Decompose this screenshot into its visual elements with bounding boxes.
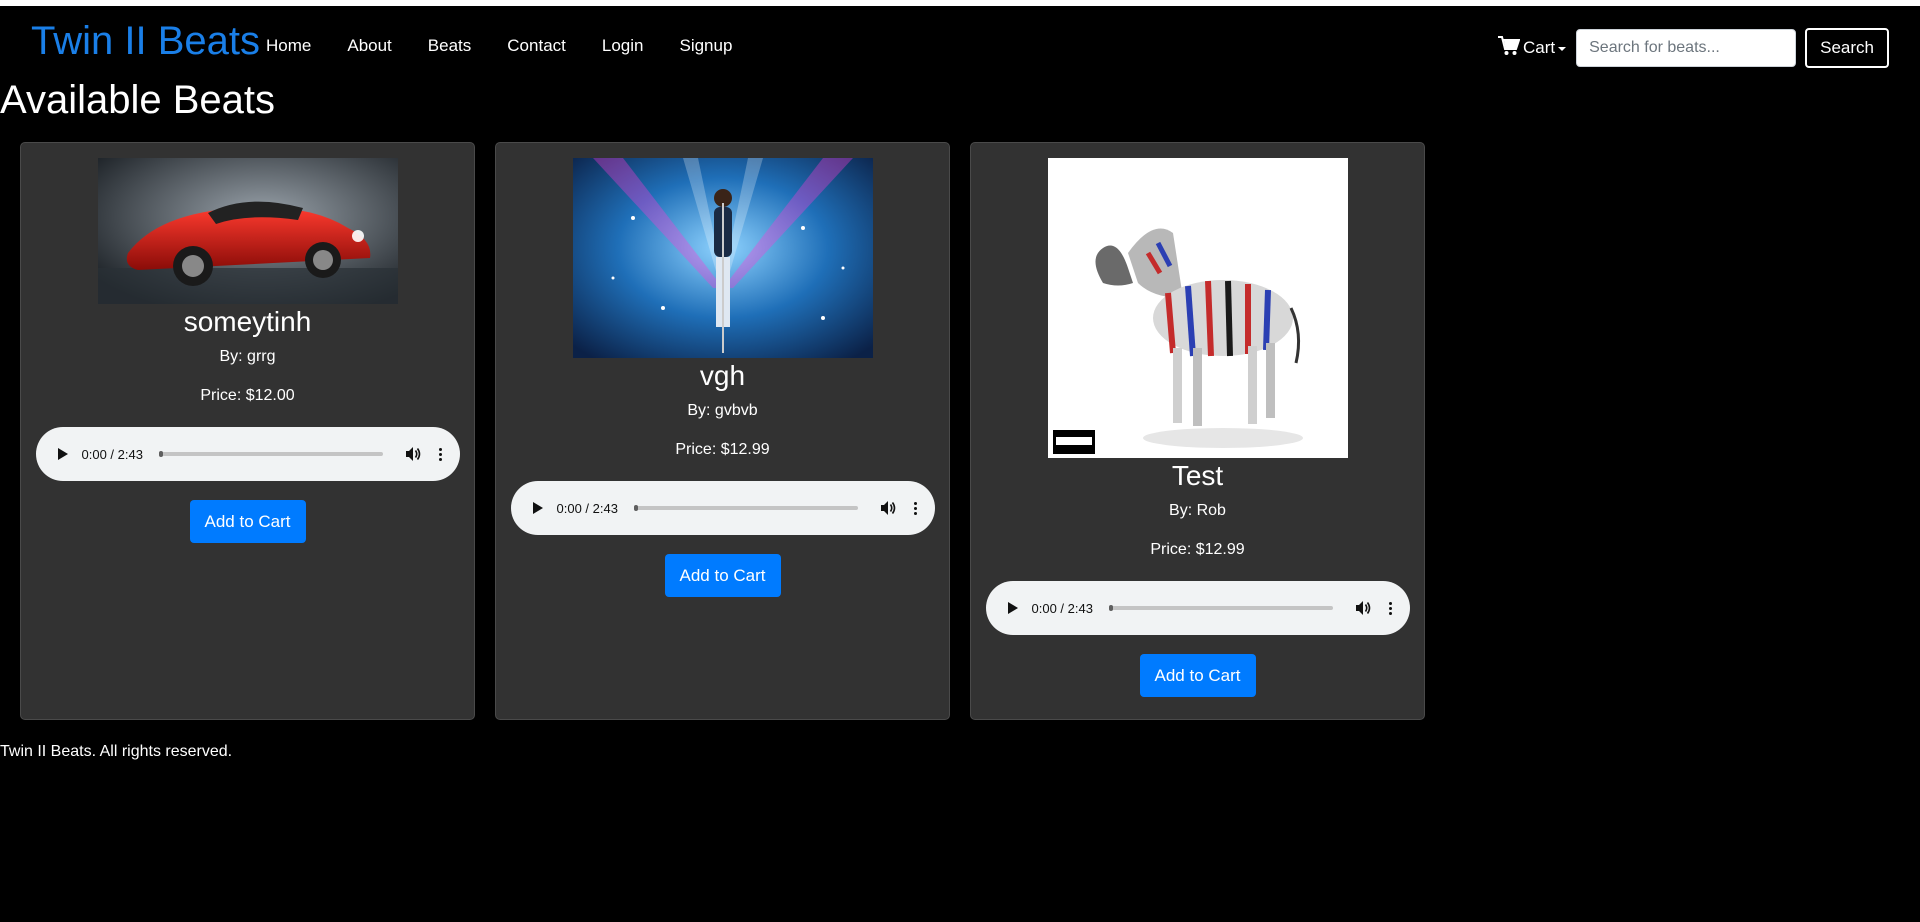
- nav-link-beats[interactable]: Beats: [428, 36, 471, 56]
- audio-seek-fill: [158, 451, 164, 458]
- beat-card: Test By: Rob Price: $12.99 0:00 / 2:43 A…: [970, 142, 1425, 720]
- beat-title: Test: [1171, 460, 1224, 491]
- audio-seek-bar[interactable]: [633, 505, 858, 512]
- nav-link-login[interactable]: Login: [602, 36, 644, 56]
- play-icon[interactable]: [532, 502, 543, 515]
- beat-price: Price: $12.99: [1150, 541, 1245, 559]
- nav-link-home[interactable]: Home: [266, 36, 311, 56]
- audio-seek-fill: [633, 505, 639, 512]
- beat-cover-image: [572, 158, 873, 358]
- more-options-icon[interactable]: [913, 501, 917, 515]
- beat-artist: By: Rob: [1169, 502, 1226, 520]
- nav-right: Cart Search: [1498, 28, 1889, 68]
- add-to-cart-button[interactable]: Add to Cart: [664, 554, 781, 598]
- audio-time: 0:00 / 2:43: [81, 446, 143, 462]
- audio-player: 0:00 / 2:43: [985, 581, 1410, 636]
- nav-link-about[interactable]: About: [347, 36, 391, 56]
- add-to-cart-button[interactable]: Add to Cart: [189, 500, 306, 544]
- nav-link-contact[interactable]: Contact: [507, 36, 566, 56]
- audio-player: 0:00 / 2:43: [510, 481, 935, 536]
- brand-logo[interactable]: Twin II Beats: [31, 19, 260, 63]
- cart-icon: [1498, 35, 1523, 61]
- audio-time: 0:00 / 2:43: [556, 500, 618, 516]
- beat-title: vgh: [699, 360, 746, 391]
- play-icon[interactable]: [57, 448, 68, 461]
- add-to-cart-button[interactable]: Add to Cart: [1139, 654, 1256, 698]
- search-input[interactable]: [1576, 29, 1797, 67]
- cart-dropdown[interactable]: Cart: [1498, 35, 1567, 61]
- navbar: Twin II Beats Home About Beats Contact L…: [0, 6, 1920, 86]
- audio-seek-bar[interactable]: [1108, 605, 1333, 612]
- audio-time: 0:00 / 2:43: [1031, 600, 1093, 616]
- footer-text: Twin II Beats. All rights reserved.: [0, 743, 233, 760]
- beat-card: vgh By: gvbvb Price: $12.99 0:00 / 2:43 …: [495, 142, 950, 720]
- page-title: Available Beats: [0, 78, 275, 122]
- beat-price: Price: $12.00: [200, 387, 295, 405]
- nav-link-signup[interactable]: Signup: [679, 36, 732, 56]
- more-options-icon[interactable]: [1388, 601, 1392, 615]
- beat-artist: By: gvbvb: [687, 402, 758, 420]
- beats-list: someytinh By: grrg Price: $12.00 0:00 / …: [0, 142, 1920, 720]
- chevron-down-icon: [1558, 47, 1567, 51]
- beat-cover-image: [1047, 158, 1348, 458]
- beat-price: Price: $12.99: [675, 441, 770, 459]
- volume-icon[interactable]: [405, 446, 421, 462]
- audio-seek-bar[interactable]: [158, 451, 383, 458]
- audio-seek-fill: [1108, 605, 1114, 612]
- beat-cover-image: [97, 158, 398, 304]
- more-options-icon[interactable]: [438, 447, 442, 461]
- volume-icon[interactable]: [1355, 600, 1371, 616]
- cart-label: Cart: [1523, 38, 1556, 57]
- beat-card: someytinh By: grrg Price: $12.00 0:00 / …: [20, 142, 475, 720]
- nav-links: Home About Beats Contact Login Signup: [266, 36, 768, 56]
- beat-artist: By: grrg: [219, 348, 276, 366]
- search-button[interactable]: Search: [1805, 28, 1889, 68]
- volume-icon[interactable]: [880, 500, 896, 516]
- audio-player: 0:00 / 2:43: [35, 427, 460, 482]
- play-icon[interactable]: [1007, 602, 1018, 615]
- beat-title: someytinh: [183, 306, 312, 337]
